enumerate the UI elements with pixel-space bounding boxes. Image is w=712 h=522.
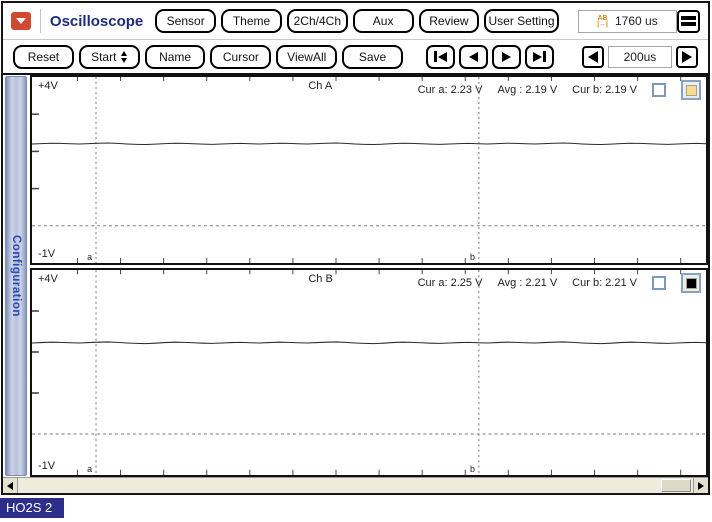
channel-b-color-button[interactable] bbox=[681, 273, 701, 293]
app-menu-button[interactable] bbox=[11, 12, 31, 30]
toolbar-bottom: Reset Start Name Cursor ViewAll Save 200… bbox=[3, 40, 708, 73]
channel-b-ymax-label: +4V bbox=[38, 273, 58, 285]
scroll-right-icon bbox=[698, 482, 704, 490]
divider bbox=[40, 9, 41, 33]
timebase-decrease-button[interactable] bbox=[582, 46, 604, 68]
cursor-a-readout: Cur a: 2.23 V bbox=[418, 84, 483, 96]
scroll-left-icon bbox=[7, 482, 13, 490]
main-area: Configuration ab +4V Ch A Cur a: 2.23 V … bbox=[3, 73, 708, 477]
right-triangle-icon bbox=[682, 51, 692, 63]
reset-button[interactable]: Reset bbox=[13, 45, 74, 69]
charts-column: ab +4V Ch A Cur a: 2.23 V Avg : 2.19 V C… bbox=[30, 75, 708, 477]
timebase-increase-button[interactable] bbox=[676, 46, 698, 68]
sensor-name-tag: HO2S 2 bbox=[0, 498, 64, 518]
scroll-right-button[interactable] bbox=[693, 478, 708, 493]
channel-a-ymax-label: +4V bbox=[38, 80, 58, 92]
channel-b-panel: ab +4V Ch B Cur a: 2.25 V Avg : 2.21 V C… bbox=[30, 268, 708, 477]
timebase-controls: 200us bbox=[582, 46, 698, 68]
svg-text:a: a bbox=[87, 464, 93, 474]
channel-mode-button[interactable]: 2Ch/4Ch bbox=[287, 9, 348, 33]
cursor-a-readout: Cur a: 2.25 V bbox=[418, 277, 483, 289]
step-forward-icon bbox=[502, 52, 511, 62]
cursor-b-readout: Cur b: 2.19 V bbox=[572, 84, 637, 96]
avg-readout: Avg : 2.21 V bbox=[497, 277, 557, 289]
timebase-field[interactable]: 200us bbox=[608, 46, 672, 68]
svg-text:a: a bbox=[87, 252, 92, 262]
name-button[interactable]: Name bbox=[145, 45, 206, 69]
channel-a-plot[interactable]: ab bbox=[32, 77, 706, 263]
app-title: Oscilloscope bbox=[50, 13, 143, 30]
channel-b-ymin-label: -1V bbox=[38, 460, 55, 472]
channel-a-title: Ch A bbox=[308, 80, 332, 92]
step-back-icon bbox=[469, 52, 478, 62]
channel-a-panel: ab +4V Ch A Cur a: 2.23 V Avg : 2.19 V C… bbox=[30, 75, 708, 265]
channel-a-ymin-label: -1V bbox=[38, 248, 55, 260]
aux-button[interactable]: Aux bbox=[353, 9, 414, 33]
skip-start-icon bbox=[434, 51, 437, 62]
channel-a-readouts: Cur a: 2.23 V Avg : 2.19 V Cur b: 2.19 V bbox=[418, 80, 701, 100]
svg-text:b: b bbox=[470, 252, 475, 262]
cursor-button[interactable]: Cursor bbox=[210, 45, 271, 69]
channel-a-color-button[interactable] bbox=[681, 80, 701, 100]
cursor-delta-time-display: AB |↔| 1760 us bbox=[578, 10, 677, 33]
hamburger-icon bbox=[681, 16, 696, 20]
avg-readout: Avg : 2.19 V bbox=[497, 84, 557, 96]
viewall-button[interactable]: ViewAll bbox=[276, 45, 337, 69]
start-button[interactable]: Start bbox=[79, 45, 140, 69]
theme-button[interactable]: Theme bbox=[221, 9, 282, 33]
skip-end-icon bbox=[533, 52, 542, 62]
step-forward-button[interactable] bbox=[492, 45, 521, 69]
configuration-panel-tab[interactable]: Configuration bbox=[5, 76, 27, 476]
channel-a-checkbox[interactable] bbox=[652, 83, 666, 97]
save-button[interactable]: Save bbox=[342, 45, 403, 69]
configuration-label: Configuration bbox=[10, 235, 22, 317]
skip-end-button[interactable] bbox=[525, 45, 554, 69]
channel-b-color-swatch bbox=[686, 278, 697, 289]
channel-b-title: Ch B bbox=[308, 273, 332, 285]
ab-measure-icon: AB |↔| bbox=[597, 15, 608, 28]
svg-text:b: b bbox=[470, 464, 475, 474]
step-back-button[interactable] bbox=[459, 45, 488, 69]
dropdown-triangle-icon bbox=[16, 18, 26, 24]
left-triangle-icon bbox=[588, 51, 598, 63]
review-button[interactable]: Review bbox=[419, 9, 480, 33]
spinner-arrows-icon bbox=[121, 51, 127, 63]
transport-controls bbox=[426, 45, 554, 69]
hamburger-menu-button[interactable] bbox=[677, 10, 700, 33]
oscilloscope-window: Oscilloscope Sensor Theme 2Ch/4Ch Aux Re… bbox=[1, 1, 710, 495]
scrollbar-thumb[interactable] bbox=[661, 479, 691, 492]
cursor-delta-time-value: 1760 us bbox=[615, 14, 658, 28]
cursor-b-readout: Cur b: 2.21 V bbox=[572, 277, 637, 289]
user-setting-button[interactable]: User Setting bbox=[484, 9, 558, 33]
toolbar-top: Oscilloscope Sensor Theme 2Ch/4Ch Aux Re… bbox=[3, 3, 708, 40]
channel-b-readouts: Cur a: 2.25 V Avg : 2.21 V Cur b: 2.21 V bbox=[418, 273, 701, 293]
channel-b-plot[interactable]: ab bbox=[32, 270, 706, 475]
channel-a-color-swatch bbox=[686, 85, 697, 96]
horizontal-scrollbar[interactable] bbox=[3, 477, 708, 493]
scroll-left-button[interactable] bbox=[3, 478, 18, 493]
sensor-button[interactable]: Sensor bbox=[155, 9, 216, 33]
channel-b-checkbox[interactable] bbox=[652, 276, 666, 290]
skip-start-button[interactable] bbox=[426, 45, 455, 69]
